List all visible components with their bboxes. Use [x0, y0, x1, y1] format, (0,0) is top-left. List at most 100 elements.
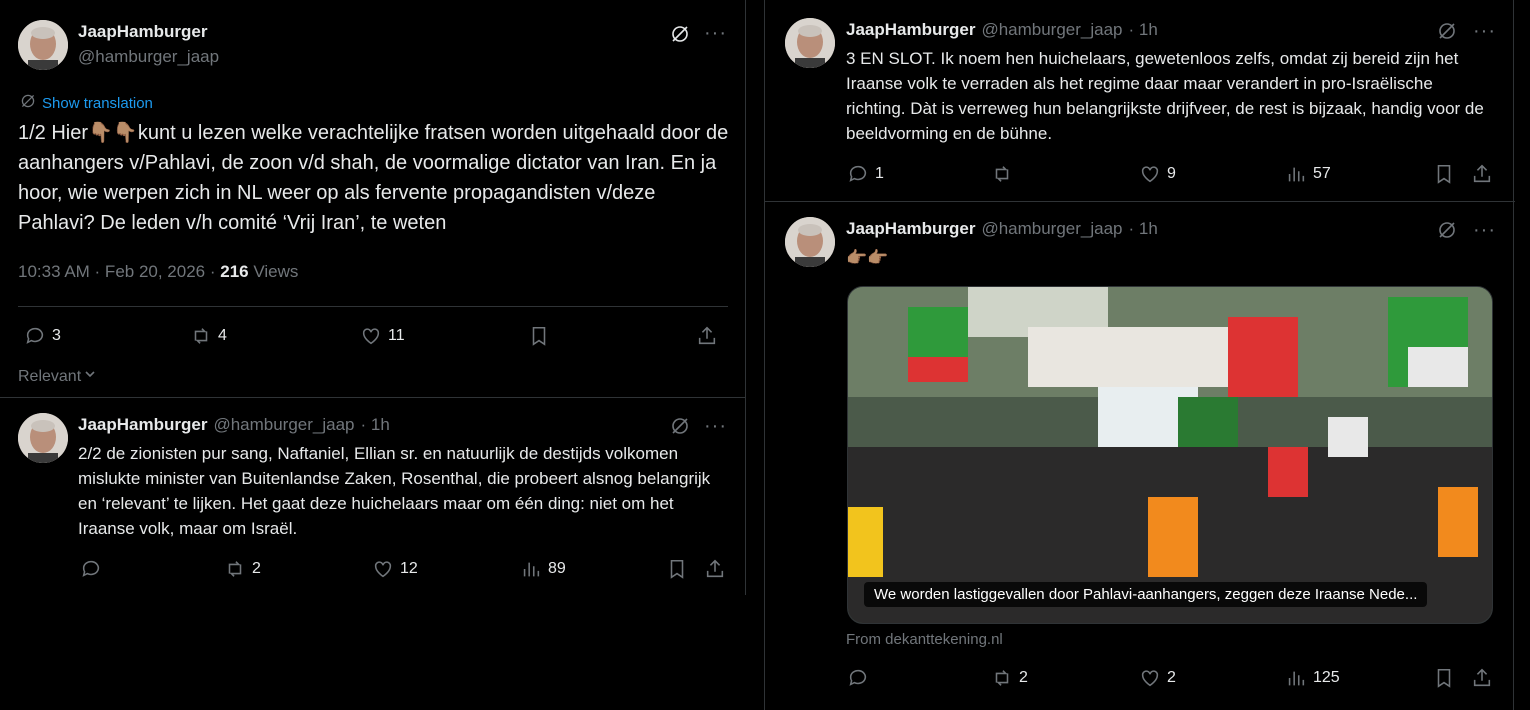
- repost-count: 2: [252, 560, 261, 577]
- views-button[interactable]: 57: [1285, 163, 1331, 185]
- share-button[interactable]: [1471, 667, 1493, 689]
- views-icon: [1288, 167, 1305, 182]
- tweet-header: JaapHamburger @hamburger_jaap · 1h: [846, 20, 1158, 40]
- tweet-text: 3 EN SLOT. Ik noem hen huichelaars, gewe…: [846, 49, 1484, 143]
- tweet-time[interactable]: · 1h: [1129, 219, 1158, 239]
- tweet-text: 👉🏽👉🏽: [846, 248, 889, 267]
- tweet-time[interactable]: · 1h: [1129, 20, 1158, 40]
- grok-icon[interactable]: [670, 24, 690, 49]
- tweet-text: 1/2 Hier👇🏽👇🏽kunt u lezen welke verachtel…: [18, 122, 729, 234]
- chevron-down-icon: [83, 367, 97, 386]
- reply-button[interactable]: [80, 558, 108, 580]
- more-icon[interactable]: ···: [1473, 21, 1496, 41]
- author-name[interactable]: JaapHamburger: [78, 22, 207, 42]
- views-count: 89: [548, 560, 566, 577]
- author-name[interactable]: JaapHamburger: [846, 219, 975, 239]
- like-icon: [374, 561, 392, 578]
- like-button[interactable]: 12: [372, 558, 418, 580]
- like-icon: [362, 328, 380, 345]
- link-card-caption[interactable]: We worden lastiggevallen door Pahlavi-aa…: [864, 582, 1428, 607]
- like-count: 11: [388, 327, 405, 344]
- repost-button[interactable]: [991, 163, 1019, 185]
- like-icon: [1141, 670, 1159, 687]
- more-icon[interactable]: ···: [704, 23, 727, 43]
- grok-icon[interactable]: [1437, 21, 1457, 46]
- bookmark-button[interactable]: [1433, 163, 1455, 185]
- reply-icon: [849, 165, 867, 182]
- author-name[interactable]: JaapHamburger: [846, 20, 975, 40]
- show-translation-link[interactable]: Show translation: [20, 93, 153, 113]
- author-handle[interactable]: @hamburger_jaap: [213, 415, 354, 435]
- bookmark-button[interactable]: [666, 558, 688, 580]
- share-icon: [706, 559, 724, 578]
- like-button[interactable]: 11: [360, 325, 405, 347]
- avatar[interactable]: [18, 20, 68, 70]
- reply-count: 1: [875, 165, 884, 182]
- bookmark-icon: [532, 326, 546, 346]
- more-icon[interactable]: ···: [1473, 220, 1496, 240]
- avatar[interactable]: [785, 217, 835, 267]
- author-name[interactable]: JaapHamburger: [78, 415, 207, 435]
- repost-icon: [228, 561, 242, 577]
- left-thread-column: JaapHamburger @hamburger_jaap ··· Show t…: [0, 0, 746, 595]
- author-handle[interactable]: @hamburger_jaap: [78, 47, 219, 67]
- repost-count: 4: [218, 327, 227, 344]
- reply-icon: [82, 560, 100, 577]
- avatar[interactable]: [785, 18, 835, 68]
- views-icon: [1288, 671, 1305, 686]
- avatar[interactable]: [18, 413, 68, 463]
- show-translation-label[interactable]: Show translation: [42, 95, 153, 112]
- translate-icon: [20, 93, 36, 113]
- tweet-text: 2/2 de zionisten pur sang, Naftaniel, El…: [78, 444, 711, 538]
- tweet-time[interactable]: · 1h: [361, 415, 390, 435]
- views-count: 125: [1313, 669, 1340, 686]
- views-count: 57: [1313, 165, 1331, 182]
- reply-button[interactable]: [847, 667, 875, 689]
- right-thread-column: JaapHamburger @hamburger_jaap · 1h ··· 3…: [764, 0, 1515, 710]
- views-button[interactable]: 125: [1285, 667, 1340, 689]
- views-button[interactable]: 89: [520, 558, 566, 580]
- repost-icon: [995, 670, 1009, 686]
- share-icon: [1473, 164, 1491, 183]
- bookmark-icon: [1437, 164, 1451, 184]
- share-button[interactable]: [704, 558, 726, 580]
- repost-button[interactable]: 2: [224, 558, 261, 580]
- share-button[interactable]: [1471, 163, 1493, 185]
- sort-label[interactable]: Relevant: [18, 368, 81, 386]
- repost-button[interactable]: 4: [190, 325, 227, 347]
- like-button[interactable]: 2: [1139, 667, 1176, 689]
- reply-header: JaapHamburger @hamburger_jaap · 1h: [78, 415, 390, 435]
- like-count: 9: [1167, 165, 1176, 182]
- views-icon: [523, 562, 540, 577]
- tweet-timestamp[interactable]: 10:33 AM · Feb 20, 2026 ·: [18, 262, 220, 281]
- repost-button[interactable]: 2: [991, 667, 1028, 689]
- author-handle[interactable]: @hamburger_jaap: [981, 20, 1122, 40]
- bookmark-button[interactable]: [1433, 667, 1455, 689]
- sort-dropdown[interactable]: Relevant: [18, 367, 97, 386]
- like-count: 12: [400, 560, 418, 577]
- share-button[interactable]: [696, 325, 718, 347]
- protest-photo: [848, 287, 1492, 623]
- bookmark-button[interactable]: [528, 325, 550, 347]
- divider: [18, 306, 728, 307]
- views-count: 216: [220, 262, 249, 281]
- share-icon: [1473, 668, 1491, 687]
- share-icon: [698, 326, 716, 345]
- link-card-image[interactable]: We worden lastiggevallen door Pahlavi-aa…: [847, 286, 1493, 624]
- tweet-header: JaapHamburger @hamburger_jaap · 1h: [846, 219, 1158, 239]
- divider: [0, 397, 746, 398]
- reply-icon: [26, 327, 44, 344]
- divider: [765, 201, 1515, 202]
- reply-button[interactable]: 3: [24, 325, 61, 347]
- grok-icon[interactable]: [670, 416, 690, 441]
- author-handle[interactable]: @hamburger_jaap: [981, 219, 1122, 239]
- more-icon[interactable]: ···: [704, 416, 727, 436]
- tweet-meta: 10:33 AM · Feb 20, 2026 · 216 Views: [18, 262, 298, 282]
- reply-icon: [849, 669, 867, 686]
- link-card-source[interactable]: From dekanttekening.nl: [846, 631, 1003, 648]
- reply-button[interactable]: 1: [847, 163, 884, 185]
- views-label: Views: [248, 262, 299, 281]
- grok-icon[interactable]: [1437, 220, 1457, 245]
- like-button[interactable]: 9: [1139, 163, 1176, 185]
- bookmark-icon: [670, 559, 684, 579]
